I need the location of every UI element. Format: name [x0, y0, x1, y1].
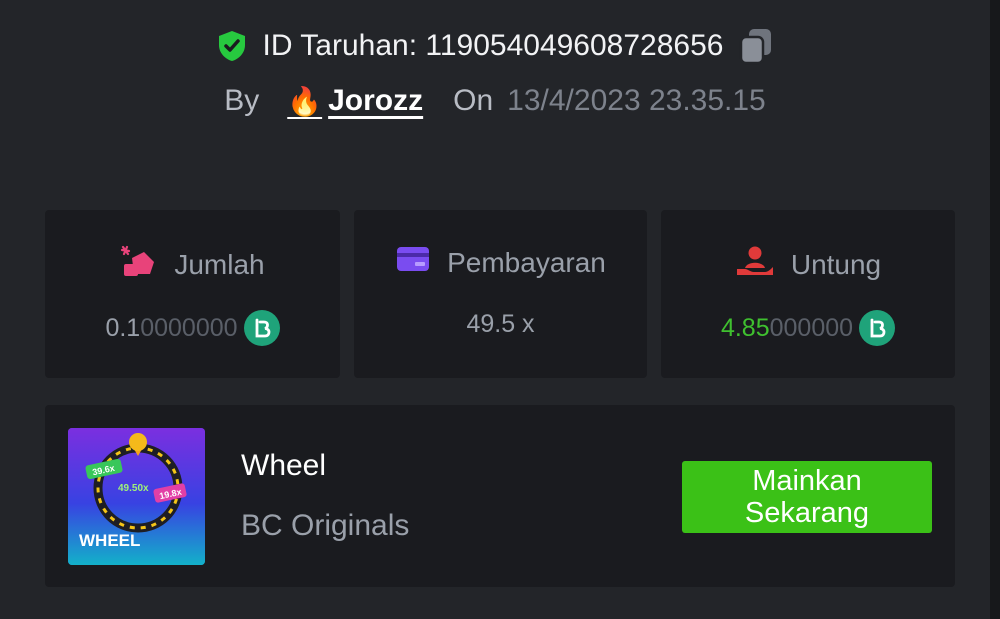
- thumb-tag-2: 49.50x: [118, 483, 149, 494]
- thumb-label: WHEEL: [79, 531, 140, 550]
- stat-payout: Pembayaran 49.5 x: [354, 210, 647, 378]
- stat-profit-label: Untung: [790, 248, 882, 280]
- bc-coin-icon: [859, 310, 896, 346]
- by-label: By: [224, 84, 260, 117]
- bet-datetime: 13/4/2023 23.35.15: [507, 84, 766, 117]
- stat-profit-value: 4.85000000: [720, 313, 854, 342]
- bet-amount-icon: [120, 244, 158, 285]
- stat-amount: Jumlah 0.10000000: [45, 210, 340, 378]
- stat-amount-label: Jumlah: [174, 248, 265, 280]
- bc-coin-icon: [243, 310, 280, 346]
- bet-id: ID Taruhan: 119054049608728656: [262, 29, 724, 62]
- game-thumbnail[interactable]: 39.6x 49.50x 19.8x WHEEL: [68, 428, 205, 565]
- scrollbar-track[interactable]: [990, 0, 1000, 619]
- play-now-button[interactable]: Mainkan Sekarang: [682, 461, 932, 533]
- card-icon: [395, 244, 431, 281]
- stat-amount-value: 0.10000000: [105, 313, 238, 342]
- stat-payout-label: Pembayaran: [447, 246, 606, 278]
- bet-details-panel: ID Taruhan: 119054049608728656 By 🔥 Joro…: [0, 0, 990, 619]
- game-card: 39.6x 49.50x 19.8x WHEEL Wheel BC Origin…: [45, 405, 955, 587]
- bet-id-row: ID Taruhan: 119054049608728656: [0, 26, 990, 66]
- game-provider: BC Originals: [241, 509, 410, 542]
- bet-meta-row: By 🔥 Jorozz On 13/4/2023 23.35.15: [0, 84, 990, 118]
- stat-payout-value: 49.5 x: [466, 310, 535, 338]
- game-title[interactable]: Wheel: [241, 449, 326, 483]
- username: Jorozz: [328, 84, 424, 117]
- on-label: On: [453, 84, 494, 117]
- fire-icon: 🔥: [287, 85, 323, 117]
- stat-profit: Untung 4.85000000: [661, 210, 955, 378]
- copy-icon[interactable]: [737, 26, 775, 66]
- shield-check-icon: [215, 29, 249, 63]
- user-link[interactable]: 🔥 Jorozz: [287, 84, 423, 118]
- profit-hand-icon: [735, 244, 775, 285]
